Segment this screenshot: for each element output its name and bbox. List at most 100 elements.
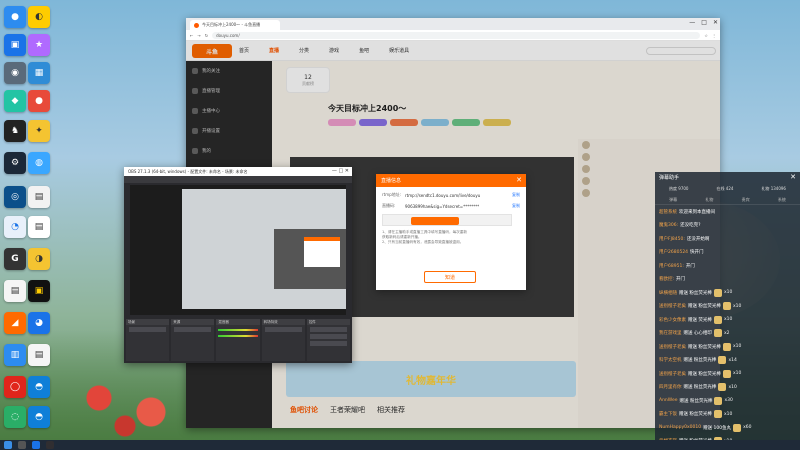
minimize-button[interactable]: — — [689, 19, 695, 26]
chat-username[interactable]: 送别橙子老矣 — [659, 303, 686, 309]
obs-taskbar-icon[interactable] — [46, 441, 54, 449]
obs-dock-mixer[interactable]: 混音器 — [216, 319, 260, 361]
tab-system[interactable]: 系统 — [778, 197, 786, 203]
desktop-icon[interactable]: ✦ — [28, 120, 50, 142]
tab-vip[interactable]: 贵宾 — [742, 197, 750, 203]
key-value[interactable]: 9063899hae&sig=Ydsecret=******** — [405, 204, 509, 209]
obs-dock-transitions[interactable]: 转场特效 — [261, 319, 305, 361]
chat-username[interactable]: AnnWee — [659, 398, 678, 403]
menu-icon[interactable]: ⋮ — [712, 33, 716, 38]
close-icon[interactable]: ✕ — [790, 173, 796, 181]
chat-message: 彩色少女像素 赠送 荧光棒 x10 — [655, 313, 800, 327]
obs-dock-sources[interactable]: 来源 — [171, 319, 215, 361]
desktop-icons: ● ◐ ▣ ★ ◉ ▦ ◆ ● ♞ ✦ ⚙ ◍ ◎ ▤ ◔ ▤ G ◑ ▤ ▣ … — [0, 0, 80, 440]
desktop-icon[interactable]: G — [4, 248, 26, 270]
desktop-icon[interactable]: ◓ — [28, 406, 50, 428]
desktop-icon[interactable]: ♞ — [4, 120, 26, 142]
start-recording-button[interactable] — [309, 334, 348, 339]
desktop-icon[interactable]: ◎ — [4, 186, 26, 208]
scene-item[interactable] — [129, 327, 167, 332]
desktop-icon[interactable]: ◢ — [4, 312, 26, 334]
desktop-icon[interactable]: ▦ — [28, 62, 50, 84]
desktop-icon[interactable]: ◕ — [28, 312, 50, 334]
chat-message: 用户2680524 快开门 — [655, 246, 800, 260]
start-streaming-button[interactable] — [309, 327, 348, 332]
chat-username[interactable]: 用户FJ8450: — [659, 236, 685, 242]
browser-tab[interactable]: 今天目标冲上2400～ - 斗鱼直播 — [190, 20, 280, 30]
desktop-icon[interactable]: ◑ — [28, 248, 50, 270]
star-icon[interactable]: ☆ — [704, 33, 708, 38]
modal-title: 直播信息 — [381, 178, 402, 184]
source-item[interactable] — [174, 327, 212, 332]
chat-username[interactable]: 四月里有你 — [659, 384, 682, 390]
chat-text: 快开门 — [690, 250, 704, 256]
copy-rtmp-button[interactable]: 复制 — [512, 192, 520, 198]
start-icon[interactable] — [4, 441, 12, 449]
desktop-icon[interactable]: ⚙ — [4, 152, 26, 174]
obs-dock-scenes[interactable]: 场景 — [126, 319, 170, 361]
chat-username[interactable]: 超管系统 — [659, 209, 677, 215]
chat-username[interactable]: 用户2680524 — [659, 249, 688, 255]
desktop-icon[interactable]: ▣ — [28, 280, 50, 302]
chat-username[interactable]: 看欧控: — [659, 276, 674, 282]
rtmp-value[interactable]: rtmp://sendtc1.douyu.com/live/douyu — [405, 193, 509, 198]
desktop-icon[interactable]: ★ — [28, 34, 50, 56]
chat-username[interactable]: 用户68951: — [659, 263, 684, 269]
modal-header: 直播信息 ✕ — [376, 174, 526, 187]
desktop-icon[interactable]: ◓ — [28, 376, 50, 398]
desktop-icon[interactable]: ▥ — [4, 344, 26, 366]
chat-text: 开门 — [685, 263, 695, 269]
chat-username[interactable]: 魔鬼306: — [659, 222, 678, 228]
chat-username[interactable]: 霸主下饭 — [659, 411, 677, 417]
chat-username[interactable]: 彩色少女像素 — [659, 317, 686, 323]
desktop-icon[interactable]: ▤ — [4, 280, 26, 302]
back-icon[interactable]: ← — [190, 33, 193, 38]
reload-icon[interactable]: ↻ — [205, 33, 208, 38]
desktop-icon[interactable]: ◔ — [4, 216, 26, 238]
chat-username[interactable]: NumHappy0x0010 — [659, 425, 701, 430]
desktop-icon[interactable]: ◐ — [28, 6, 50, 28]
chat-username[interactable]: 我在游戏里 — [659, 330, 682, 336]
obs-menubar[interactable] — [124, 176, 352, 183]
forward-icon[interactable]: → — [197, 33, 200, 38]
desktop-icon[interactable]: ▤ — [28, 186, 50, 208]
chat-text: 赠送 100鱼丸 — [703, 425, 732, 431]
close-button[interactable]: ✕ — [713, 19, 718, 26]
tab-danmaku[interactable]: 弹幕 — [669, 197, 677, 203]
close-icon[interactable]: ✕ — [516, 176, 522, 184]
chat-username[interactable]: 纵横相随 — [659, 290, 677, 296]
desktop-icon[interactable]: ▣ — [4, 34, 26, 56]
settings-button[interactable] — [309, 341, 348, 346]
desktop-icon[interactable]: ◉ — [4, 62, 26, 84]
chat-text: 赠送 心心相印 — [683, 331, 712, 337]
desktop-icon[interactable]: ◆ — [4, 90, 26, 112]
chat-username[interactable]: 送别橙子老矣 — [659, 371, 686, 377]
search-icon[interactable] — [18, 441, 26, 449]
url-field[interactable]: douyu.com/ — [212, 31, 701, 39]
obs-window-controls[interactable]: — □ ✕ — [332, 168, 349, 174]
desktop-icon[interactable]: ▤ — [28, 216, 50, 238]
copy-key-button[interactable]: 复制 — [512, 203, 520, 209]
chat-username[interactable]: 送别橙子老矣 — [659, 344, 686, 350]
ok-button[interactable]: 知道 — [424, 271, 476, 283]
desktop-icon[interactable]: ● — [28, 90, 50, 112]
desktop-icon[interactable]: ◍ — [28, 152, 50, 174]
obs-preview[interactable] — [130, 185, 346, 315]
tab-gifts[interactable]: 礼物 — [705, 197, 713, 203]
gift-icon — [718, 356, 727, 365]
chat-message: 科学太空机 赠送 粉丝荧光棒 x14 — [655, 354, 800, 368]
chat-message: 送别橙子老矣 赠送 粉丝荧光棒 x10 — [655, 340, 800, 354]
obs-dock-controls[interactable]: 控件 — [306, 319, 351, 361]
stat-gifts: 礼物 134096 — [761, 186, 786, 191]
browser-taskbar-icon[interactable] — [32, 441, 40, 449]
get-key-button[interactable] — [411, 217, 459, 225]
transition-select[interactable] — [264, 327, 302, 332]
chat-username[interactable]: 科学太空机 — [659, 357, 682, 363]
maximize-button[interactable]: □ — [701, 19, 707, 26]
desktop-icon[interactable]: ● — [4, 6, 26, 28]
desktop-icon[interactable]: ▤ — [28, 344, 50, 366]
chat-message-list: 超管系统 欢迎来到本直播间 魔鬼306: 还没吃完? 用户FJ8450: 还没开始啊 … — [655, 205, 800, 448]
desktop-icon[interactable]: ◌ — [4, 406, 26, 428]
desktop-icon[interactable]: ◯ — [4, 376, 26, 398]
chat-message: 四月里有你 赠送 粉丝荧光棒 x10 — [655, 381, 800, 395]
